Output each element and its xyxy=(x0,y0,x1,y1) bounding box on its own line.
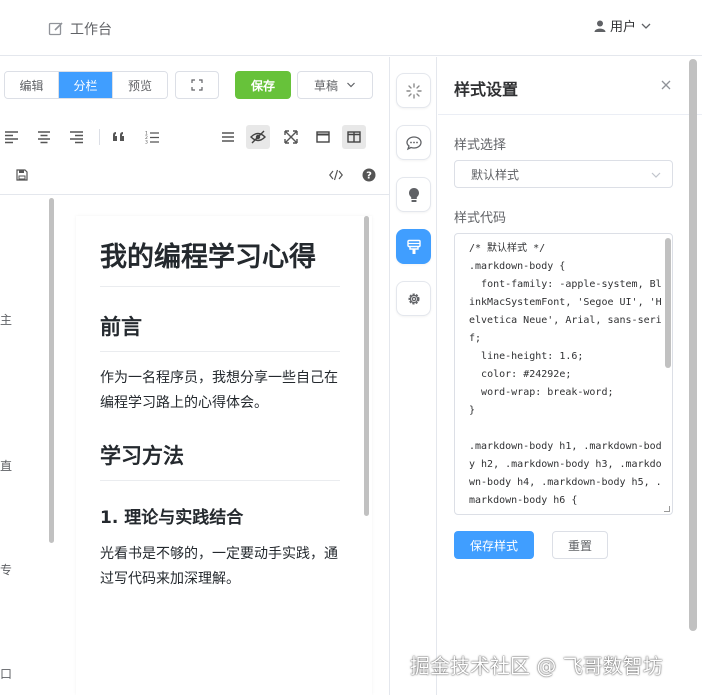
user-icon xyxy=(594,20,606,32)
view-mode-group: 编辑 分栏 预览 xyxy=(4,71,168,99)
editor-text-fragment: 口 xyxy=(0,667,13,681)
fullscreen-icon xyxy=(191,79,203,91)
panel-scrollbar[interactable] xyxy=(689,59,697,631)
preview-heading-methods: 学习方法 xyxy=(100,440,340,481)
style-select-value: 默认样式 xyxy=(471,167,520,182)
close-icon[interactable] xyxy=(659,78,673,92)
toggle-preview-eye-icon[interactable] xyxy=(246,125,270,149)
toolbar-divider xyxy=(0,194,390,195)
editor-text-fragment: 专 xyxy=(0,563,13,577)
chevron-down-icon xyxy=(651,172,661,178)
edit-icon xyxy=(48,22,63,36)
style-code-label: 样式代码 xyxy=(454,211,507,226)
comment-button[interactable] xyxy=(396,125,431,160)
ordered-list-icon[interactable]: 1 2 3 xyxy=(140,125,164,149)
gear-icon xyxy=(407,292,420,305)
sparkle-icon xyxy=(405,82,422,99)
align-left-icon[interactable] xyxy=(0,125,24,149)
draft-label: 草稿 xyxy=(313,78,338,93)
style-select[interactable]: 默认样式 xyxy=(454,160,673,188)
help-icon[interactable]: ? xyxy=(357,163,381,187)
quote-icon[interactable] xyxy=(107,125,131,149)
editor-text-fragment: 直 xyxy=(0,459,13,473)
panel-title: 样式设置 xyxy=(454,80,519,99)
preview-heading-intro: 前言 xyxy=(100,311,340,352)
chat-icon xyxy=(405,135,422,150)
preview-heading-theory: 1. 理论与实践结合 xyxy=(100,508,244,528)
watermark: 掘金技术社区 @ 飞哥数智坊 xyxy=(410,654,663,678)
format-toolbar: 1 2 3 xyxy=(0,119,390,153)
panel-header: 样式设置 xyxy=(438,57,702,115)
align-right-icon[interactable] xyxy=(64,125,88,149)
tips-button[interactable] xyxy=(396,177,431,212)
save-button[interactable]: 保存 xyxy=(235,71,291,99)
lightbulb-icon xyxy=(408,187,419,202)
mode-preview-button[interactable]: 预览 xyxy=(113,72,167,98)
align-center-icon[interactable] xyxy=(32,125,56,149)
preview-heading-1: 我的编程学习心得 xyxy=(100,240,340,287)
source-code-icon[interactable] xyxy=(324,163,348,187)
fullscreen-button[interactable] xyxy=(175,71,219,99)
user-label: 用户 xyxy=(610,20,637,35)
chevron-down-icon xyxy=(641,23,651,29)
workbench-link[interactable]: 工作台 xyxy=(48,19,112,39)
reset-button[interactable]: 重置 xyxy=(552,531,608,559)
editor-text-fragment: 主 xyxy=(0,313,13,327)
chevron-down-icon xyxy=(347,82,355,88)
brush-icon xyxy=(406,239,421,254)
markdown-preview: 我的编程学习心得 前言 作为一名程序员，我想分享一些自己在编程学习路上的心得体会… xyxy=(76,216,372,695)
code-scrollbar[interactable] xyxy=(665,238,671,368)
top-bar: 工作台 用户 xyxy=(0,0,702,56)
toolbar-separator xyxy=(99,129,100,145)
editor-scrollbar[interactable] xyxy=(49,198,54,543)
style-select-label: 样式选择 xyxy=(454,138,507,153)
draft-status-select[interactable]: 草稿 xyxy=(297,71,373,99)
save-draft-icon[interactable] xyxy=(10,163,34,187)
save-style-button[interactable]: 保存样式 xyxy=(454,531,534,559)
style-code-content: /* 默认样式 */ .markdown-body { font-family:… xyxy=(469,243,662,506)
split-view-icon[interactable] xyxy=(342,125,366,149)
style-settings-panel: 样式设置 样式选择 默认样式 样式代码 /* 默认样式 */ .markdown… xyxy=(438,57,702,695)
svg-text:3: 3 xyxy=(145,140,148,145)
tool-rail xyxy=(391,57,437,695)
settings-button[interactable] xyxy=(396,281,431,316)
expand-icon[interactable] xyxy=(279,125,303,149)
preview-paragraph-theory: 光看书是不够的，一定要动手实践，通过写代码来加深理解。 xyxy=(100,546,338,587)
preview-scrollbar[interactable] xyxy=(364,216,369,516)
svg-text:?: ? xyxy=(366,171,372,182)
style-settings-button[interactable] xyxy=(396,229,431,264)
mode-split-button[interactable]: 分栏 xyxy=(59,72,113,98)
mode-edit-button[interactable]: 编辑 xyxy=(5,72,59,98)
secondary-toolbar: ? xyxy=(0,161,390,191)
style-code-textarea[interactable]: /* 默认样式 */ .markdown-body { font-family:… xyxy=(454,233,673,515)
ai-assistant-button[interactable] xyxy=(396,73,431,108)
editor-area: 编辑 分栏 预览 保存 草稿 1 2 3 ? 主 直 专 口 我的编程学习心得 … xyxy=(0,57,390,695)
user-menu[interactable]: 用户 xyxy=(594,16,652,35)
preview-paragraph-intro: 作为一名程序员，我想分享一些自己在编程学习路上的心得体会。 xyxy=(100,370,338,411)
workbench-label: 工作台 xyxy=(70,22,112,38)
window-icon[interactable] xyxy=(311,125,335,149)
table-of-contents-icon[interactable] xyxy=(216,125,240,149)
resize-handle[interactable] xyxy=(664,506,670,512)
